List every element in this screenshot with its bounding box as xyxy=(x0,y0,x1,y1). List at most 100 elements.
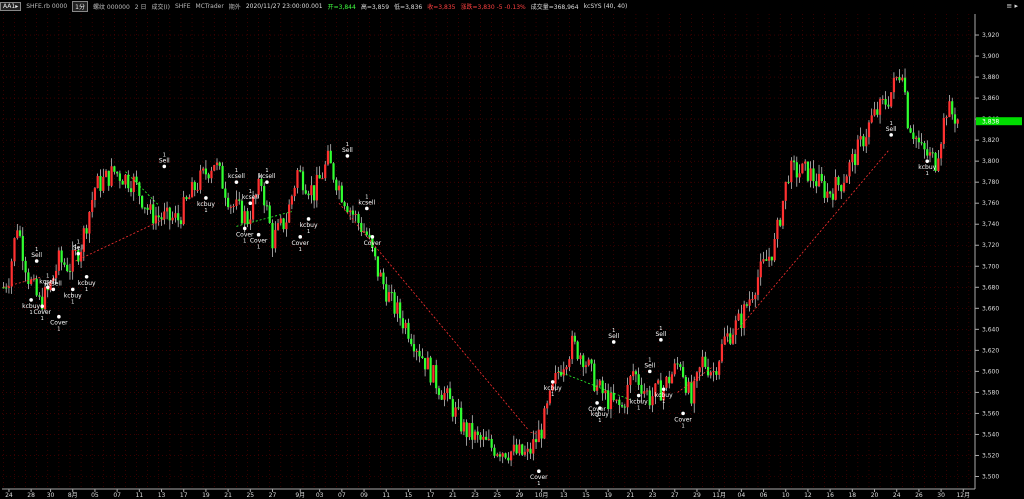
candle-body xyxy=(79,251,83,262)
signal-qty: 1 xyxy=(346,142,349,148)
candle-body xyxy=(57,250,60,271)
candle-body xyxy=(901,77,904,81)
candle-body xyxy=(762,259,765,262)
candle-body xyxy=(623,406,626,408)
candle-body xyxy=(127,174,130,189)
candle-body xyxy=(335,179,338,191)
y-tick-label: 3,780 xyxy=(982,179,999,186)
signal-marker xyxy=(659,338,663,342)
candle-body xyxy=(568,359,571,368)
candle-body xyxy=(748,299,751,306)
y-tick-label: 3,880 xyxy=(982,74,999,81)
signal-label: Sell xyxy=(31,252,42,259)
candle-body xyxy=(157,215,160,218)
candle-body xyxy=(709,372,712,376)
candle-body xyxy=(812,168,815,182)
candle-body xyxy=(926,149,929,156)
candle-body xyxy=(188,197,191,200)
candlestick-chart[interactable]: 3,500 3,520 3,540 3,560 3,580 3,600 3,620 3,640… xyxy=(0,0,1024,499)
candle-body xyxy=(190,182,194,198)
candle-body xyxy=(629,376,632,385)
candle-body xyxy=(454,407,457,417)
x-tick-label: 17 xyxy=(427,492,435,499)
signal-marker xyxy=(242,226,247,231)
candle-body xyxy=(521,444,524,455)
candle-body xyxy=(546,403,549,409)
candle-body xyxy=(890,92,893,107)
x-tick-label: 10月 xyxy=(535,492,549,499)
candle-body xyxy=(554,373,557,384)
candle-body xyxy=(10,261,13,287)
signal-label: kcbuy xyxy=(78,280,96,287)
y-tick-label: 3,640 xyxy=(982,326,999,333)
signal-label: Cover xyxy=(291,240,309,247)
candle-body xyxy=(759,261,762,278)
candle-body xyxy=(91,200,94,212)
signal-marker xyxy=(57,314,61,319)
signal-qty: 1 xyxy=(204,208,207,214)
candle-body xyxy=(942,117,945,144)
candle-body xyxy=(543,408,546,439)
candle-body xyxy=(346,206,349,213)
candle-body xyxy=(731,334,735,344)
candle-body xyxy=(698,367,701,373)
signal-qty: 1 xyxy=(77,240,80,246)
signal-label: Cover xyxy=(50,320,68,327)
y-tick-label: 3,760 xyxy=(982,200,999,207)
candle-body xyxy=(299,170,302,172)
candle-body xyxy=(695,372,699,382)
candle-body xyxy=(412,344,416,352)
candle-body xyxy=(573,335,576,342)
candle-body xyxy=(387,292,391,302)
candle-body xyxy=(88,211,91,234)
candle-body xyxy=(310,185,313,196)
candle-body xyxy=(174,213,177,218)
candle-body xyxy=(407,322,410,339)
signal-label: Sell xyxy=(886,126,897,133)
candle-body xyxy=(848,162,851,177)
chart-root: AA1▸ SHFE.rb 0000 1分 螺纹 000000 2 日 成交(I)… xyxy=(0,0,1024,499)
candle-body xyxy=(840,185,843,192)
signal-qty: 1 xyxy=(659,326,662,332)
candle-body xyxy=(113,166,116,172)
signal-label: kcsell xyxy=(358,199,375,206)
candle-body xyxy=(38,295,41,297)
candle-body xyxy=(426,357,429,370)
signal-marker xyxy=(365,206,369,211)
candle-body xyxy=(138,182,141,196)
signal-label: kcbuy xyxy=(630,399,648,406)
candle-body xyxy=(953,114,957,124)
signal-label: kcbuy xyxy=(197,201,215,208)
signal-qty: 1 xyxy=(926,171,929,177)
candle-body xyxy=(704,356,707,367)
candle-body xyxy=(276,223,280,230)
candle-body xyxy=(415,350,418,352)
candle-body xyxy=(853,153,857,166)
candle-body xyxy=(110,166,113,186)
candle-body xyxy=(132,176,135,193)
y-tick-label: 3,800 xyxy=(982,158,999,165)
candle-body xyxy=(620,405,624,407)
candle-body xyxy=(509,451,513,461)
candle-body xyxy=(437,388,441,395)
candle-body xyxy=(432,365,435,383)
y-tick-label: 3,540 xyxy=(982,431,999,438)
candle-body xyxy=(920,142,923,144)
candle-body xyxy=(271,222,274,249)
signal-marker xyxy=(925,159,930,163)
signal-label: Sell xyxy=(73,245,84,252)
signal-qty: 1 xyxy=(637,406,640,412)
x-tick-label: 06 xyxy=(760,492,768,499)
candle-body xyxy=(487,438,490,440)
candle-body xyxy=(590,359,593,364)
signal-label: kcbuy xyxy=(64,292,82,299)
candle-body xyxy=(124,174,127,185)
candle-body xyxy=(765,259,768,261)
x-tick-label: 11 xyxy=(136,492,144,499)
candle-body xyxy=(221,165,224,189)
candle-body xyxy=(939,143,943,159)
candle-body xyxy=(240,200,244,224)
candle-body xyxy=(249,219,252,225)
candle-body xyxy=(784,181,787,201)
candle-body xyxy=(229,206,232,208)
